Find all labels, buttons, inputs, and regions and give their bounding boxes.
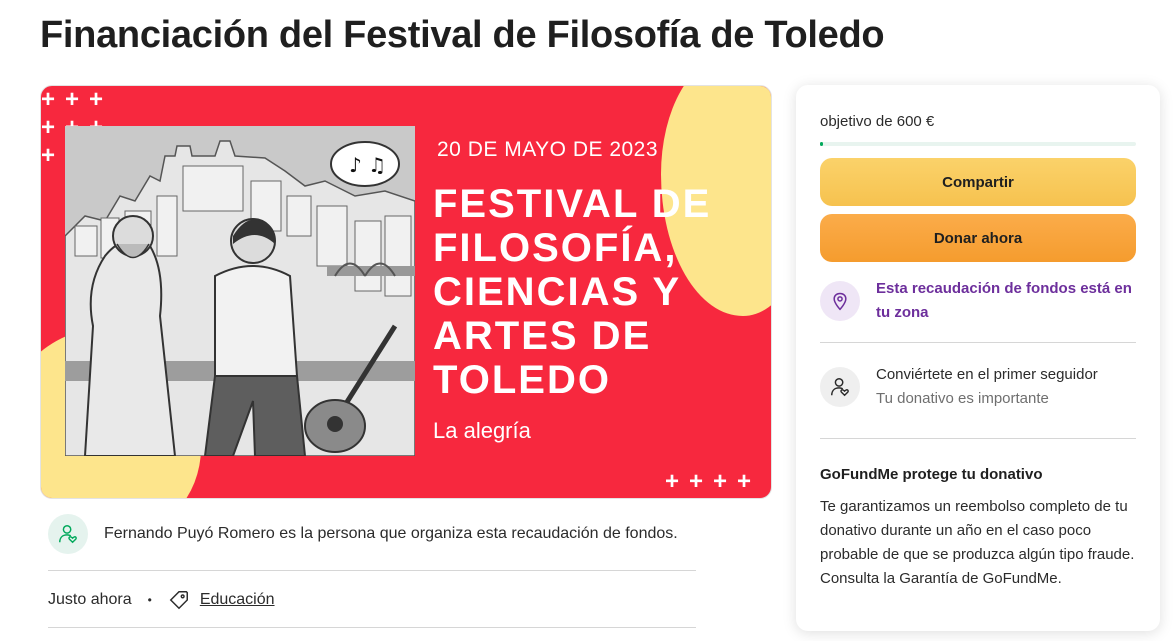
poster-title: FESTIVAL DE FILOSOFÍA, CIENCIAS Y ARTES … <box>433 182 711 402</box>
divider <box>820 342 1136 343</box>
poster-title-line: FESTIVAL DE <box>433 182 712 226</box>
organizer-text: Fernando Puyó Romero es la persona que o… <box>104 524 678 542</box>
progress-fill <box>820 142 824 146</box>
poster-title-line: FILOSOFÍA, <box>433 226 678 270</box>
follow-subtitle: Tu donativo es importante <box>876 390 1049 407</box>
follow-prompt: Conviértete en el primer seguidor Tu don… <box>820 366 1136 411</box>
campaign-hero-image[interactable]: +++ +++ +++ ++++ <box>40 85 772 499</box>
poster-title-line: ARTES DE <box>433 314 652 358</box>
protect-text: Te garantizamos un reembolso completo de… <box>820 498 1135 587</box>
svg-text:♪ ♫: ♪ ♫ <box>349 153 386 177</box>
page-title: Financiación del Festival de Filosofía d… <box>40 14 885 56</box>
poster-title-line: TOLEDO <box>433 358 611 402</box>
location-pin-icon <box>820 281 860 321</box>
festival-illustration: ♪ ♫ <box>65 126 415 456</box>
follow-title: Conviértete en el primer seguidor <box>876 366 1098 383</box>
share-button[interactable]: Compartir <box>820 158 1136 206</box>
poster-title-line: CIENCIAS Y <box>433 270 682 314</box>
poster-date: 20 DE MAYO DE 2023 <box>437 138 659 161</box>
created-time: Justo ahora <box>48 590 132 608</box>
donation-sidebar: objetivo de 600 € Compartir Donar ahora … <box>796 85 1160 631</box>
goal-text: objetivo de 600 € <box>820 113 935 130</box>
poster-subtitle: La alegría <box>433 418 531 443</box>
local-zone-notice: Esta recaudación de fondos está en tu zo… <box>820 280 1136 325</box>
progress-bar <box>820 142 1136 146</box>
protect-title: GoFundMe protege tu donativo <box>820 466 1043 483</box>
plus-pattern: ++++ <box>664 468 761 495</box>
zone-text: Esta recaudación de fondos está en tu zo… <box>876 280 1132 321</box>
campaign-meta: Justo ahora • Educación <box>48 572 696 628</box>
separator-dot: • <box>147 592 152 607</box>
category-link[interactable]: Educación <box>200 591 275 609</box>
user-heart-icon <box>820 367 860 407</box>
donate-button[interactable]: Donar ahora <box>820 214 1136 262</box>
organizer-row: Fernando Puyó Romero es la persona que o… <box>48 513 696 571</box>
user-heart-icon[interactable] <box>48 513 88 554</box>
divider <box>820 438 1136 439</box>
tag-icon <box>168 589 190 611</box>
